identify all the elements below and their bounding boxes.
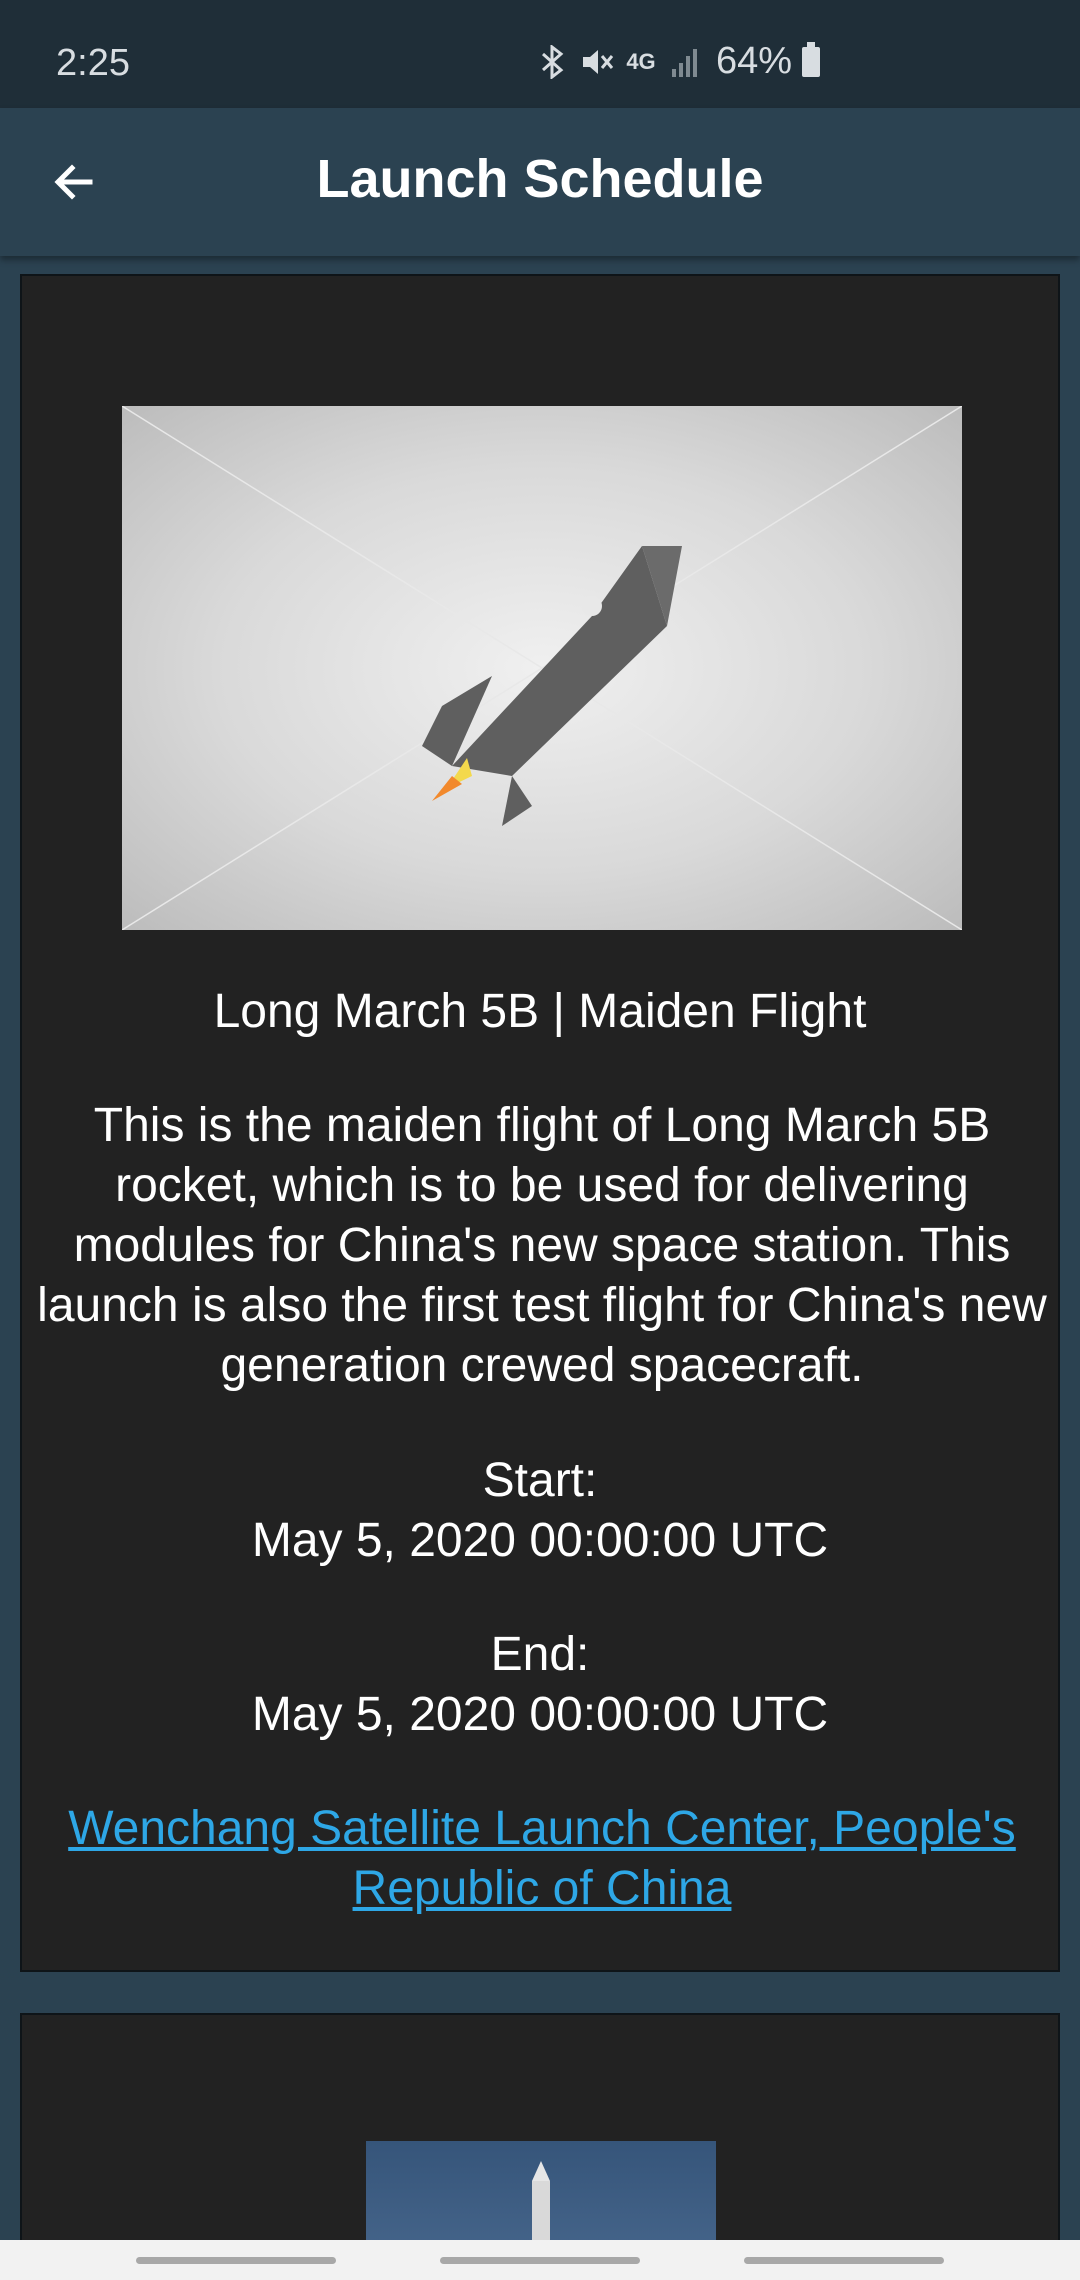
launch-card[interactable]: Long March 5B | Maiden Flight This is th…	[20, 274, 1060, 1972]
launch-image	[366, 2141, 716, 2240]
launch-card[interactable]	[20, 2013, 1060, 2240]
navigation-bar	[0, 2240, 1080, 2280]
battery-icon	[802, 41, 821, 77]
signal-icon	[668, 45, 702, 79]
bluetooth-icon	[536, 43, 570, 80]
start-block: Start: May 5, 2020 00:00:00 UTC	[22, 1451, 1058, 1571]
launch-list[interactable]: Long March 5B | Maiden Flight This is th…	[0, 256, 1080, 2240]
launch-image	[122, 406, 962, 930]
status-bar: 2:25 4G 64%	[0, 0, 1080, 108]
end-block: End: May 5, 2020 00:00:00 UTC	[22, 1625, 1058, 1745]
launch-name: Long March 5B | Maiden Flight	[213, 985, 867, 1038]
battery-percent: 64%	[716, 40, 793, 82]
nav-back-button[interactable]	[744, 2257, 944, 2264]
4g-icon: 4G	[626, 48, 656, 74]
app-bar: Launch Schedule	[0, 108, 1080, 256]
location-link[interactable]: Wenchang Satellite Launch Center, People…	[32, 1799, 1052, 1919]
launch-description: This is the maiden flight of Long March …	[37, 1099, 1047, 1392]
rocket-placeholder-icon	[422, 546, 682, 826]
start-time: May 5, 2020 00:00:00 UTC	[251, 1514, 829, 1567]
mute-icon	[580, 45, 614, 79]
status-time: 2:25	[56, 42, 130, 84]
end-label: End:	[490, 1628, 590, 1681]
page-title: Launch Schedule	[316, 149, 764, 209]
status-icons: 4G 64%	[536, 40, 821, 83]
start-label: Start:	[482, 1454, 598, 1507]
nav-recents-button[interactable]	[136, 2257, 336, 2264]
end-time: May 5, 2020 00:00:00 UTC	[251, 1688, 829, 1741]
nav-home-button[interactable]	[440, 2257, 640, 2264]
